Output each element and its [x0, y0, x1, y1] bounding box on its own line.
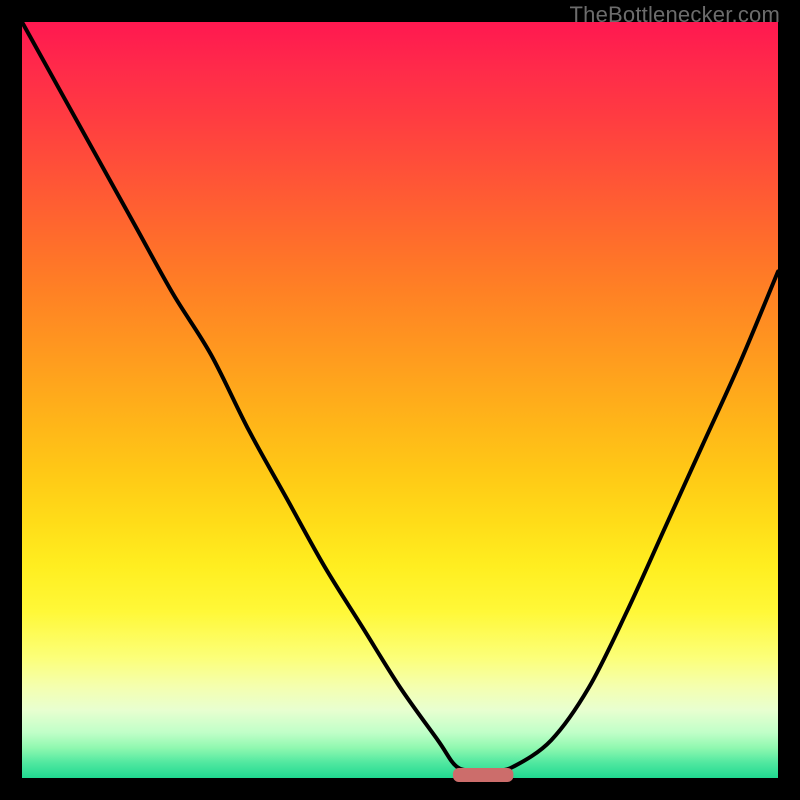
optimum-marker	[453, 768, 513, 782]
attribution-text: TheBottlenecker.com	[570, 2, 780, 28]
chart-overlay	[22, 22, 778, 778]
chart-frame: TheBottlenecker.com	[0, 0, 800, 800]
bottleneck-curve	[22, 22, 778, 771]
plot-area	[22, 22, 778, 778]
